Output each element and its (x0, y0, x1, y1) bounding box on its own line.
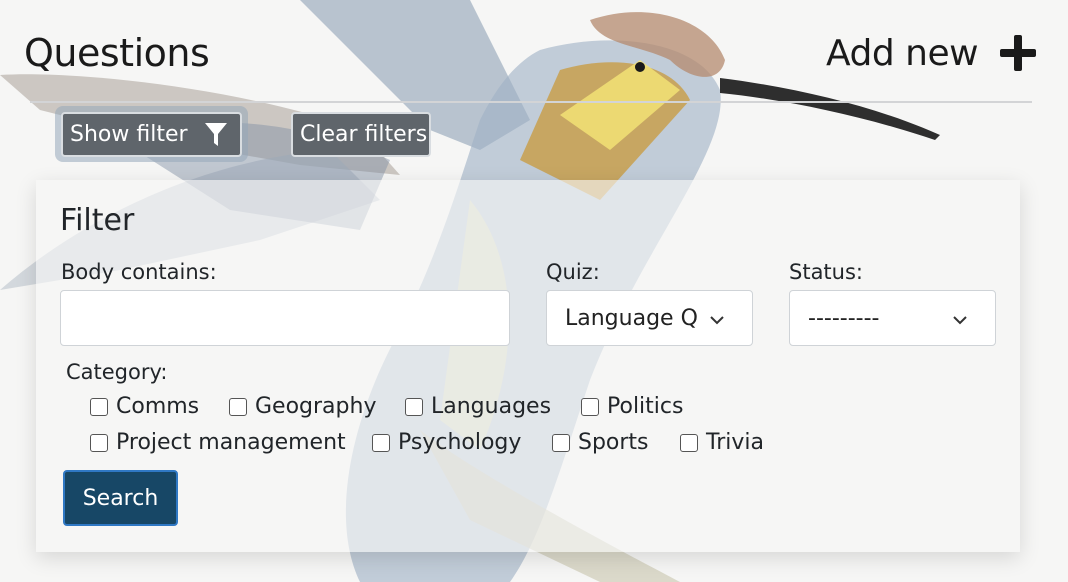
checkbox-label: Sports (578, 430, 649, 455)
status-select[interactable]: --------- (789, 290, 996, 346)
checkbox[interactable] (581, 398, 599, 416)
checkbox[interactable] (229, 398, 247, 416)
category-checkbox-languages[interactable]: Languages (405, 393, 551, 421)
checkbox-label: Languages (431, 394, 552, 419)
clear-filters-label: Clear filters (300, 122, 428, 147)
checkbox-label: Comms (116, 394, 200, 419)
funnel-icon (204, 122, 227, 146)
checkbox[interactable] (552, 434, 570, 452)
category-checkbox-comms[interactable]: Comms (90, 393, 199, 421)
category-checkbox-project-management[interactable]: Project management (90, 429, 346, 457)
checkbox[interactable] (680, 434, 698, 452)
filter-panel (36, 180, 1020, 552)
category-label: Category: (66, 360, 168, 384)
filter-title: Filter (60, 203, 135, 238)
body-contains-input[interactable] (60, 290, 510, 346)
plus-icon (1000, 35, 1037, 71)
checkbox[interactable] (372, 434, 390, 452)
checkbox[interactable] (90, 398, 108, 416)
checkbox-label: Psychology (398, 430, 522, 455)
header-divider (30, 101, 1032, 103)
add-new-label: Add new (826, 32, 979, 74)
checkbox-label: Project management (116, 430, 346, 455)
body-contains-label: Body contains: (61, 260, 217, 284)
add-new-button[interactable]: Add new (826, 28, 1037, 78)
show-filter-button[interactable]: Show filter (61, 112, 242, 157)
checkbox-label: Geography (255, 394, 377, 419)
category-checkbox-trivia[interactable]: Trivia (680, 429, 764, 457)
clear-filters-button[interactable]: Clear filters (291, 112, 431, 157)
status-label: Status: (789, 260, 863, 284)
checkbox-label: Trivia (706, 430, 764, 455)
chevron-down-icon (710, 316, 724, 325)
bird-beak (720, 78, 940, 140)
category-checkbox-geography[interactable]: Geography (229, 393, 376, 421)
category-checkbox-politics[interactable]: Politics (581, 393, 683, 421)
search-button[interactable]: Search (63, 470, 178, 526)
category-checkbox-sports[interactable]: Sports (552, 429, 649, 457)
status-select-value: --------- (808, 305, 880, 331)
quiz-select-value: Language Q (565, 305, 698, 331)
checkbox[interactable] (405, 398, 423, 416)
page-title: Questions (24, 31, 210, 75)
bird-eye (635, 62, 645, 72)
quiz-select[interactable]: Language Q (546, 290, 753, 346)
quiz-label: Quiz: (546, 260, 600, 284)
show-filter-label: Show filter (70, 122, 188, 147)
checkbox[interactable] (90, 434, 108, 452)
checkbox-label: Politics (607, 394, 684, 419)
chevron-down-icon (953, 316, 967, 325)
category-checkbox-psychology[interactable]: Psychology (372, 429, 521, 457)
